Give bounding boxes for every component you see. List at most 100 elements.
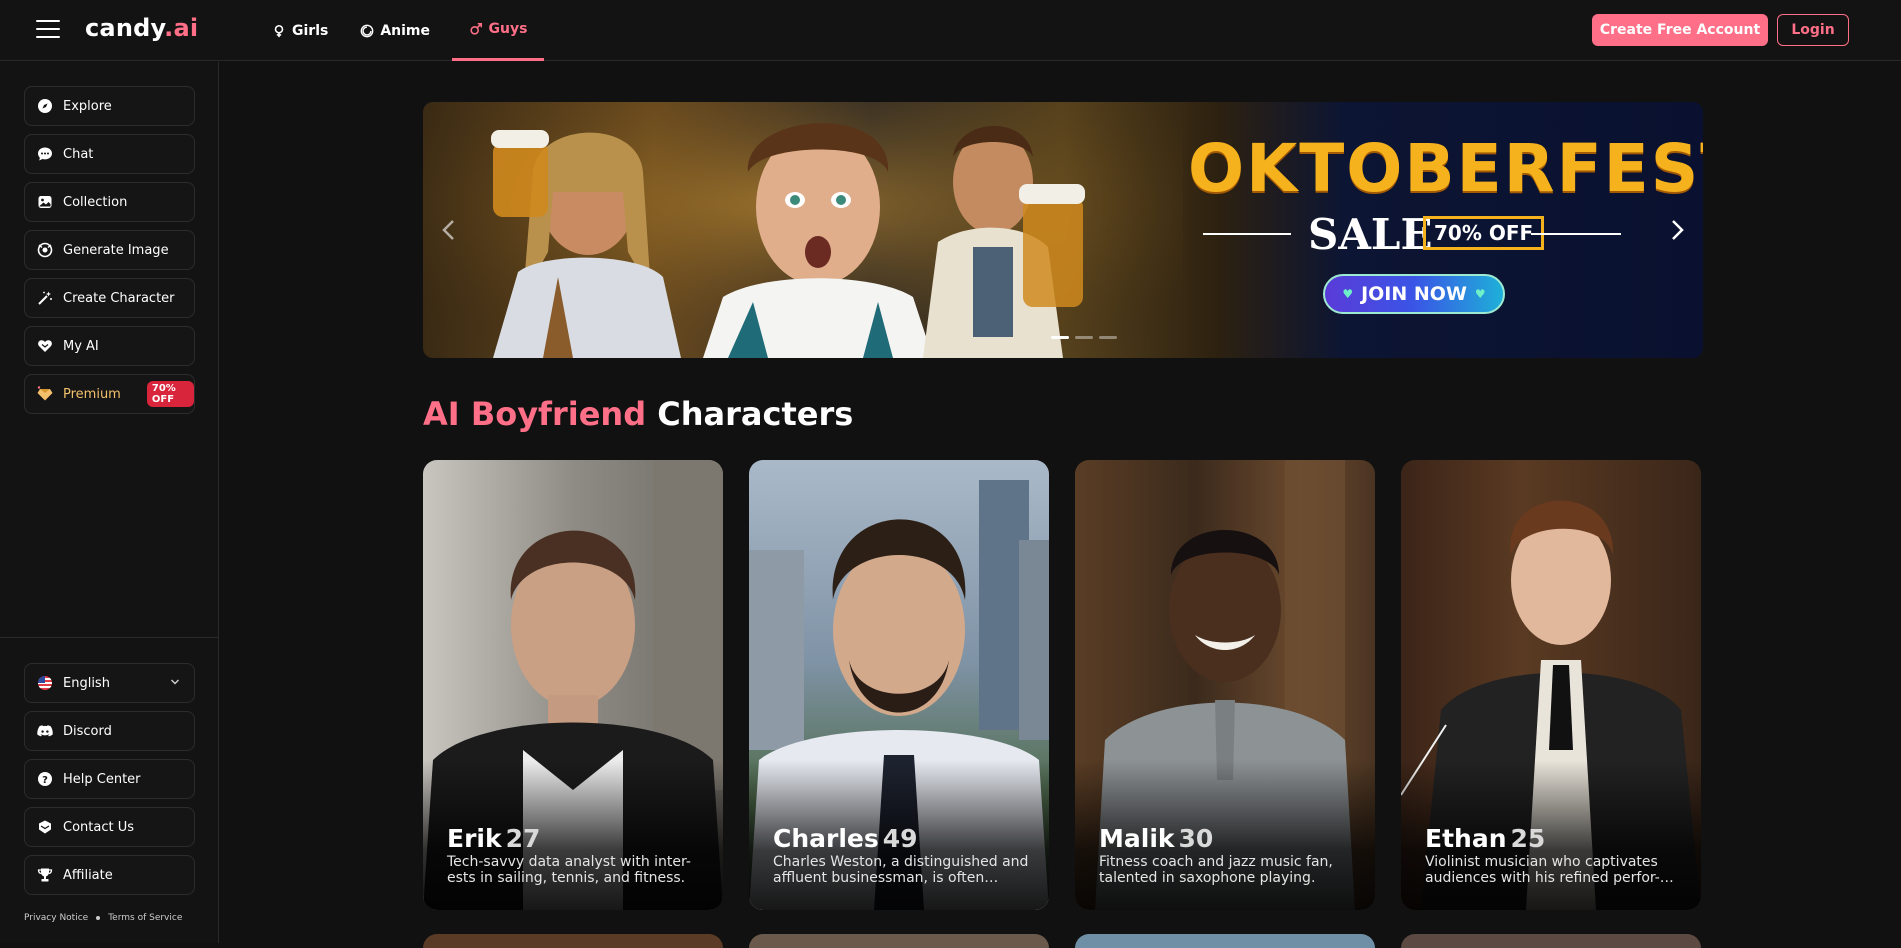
sidebar-item-label: Explore xyxy=(63,98,112,114)
banner-discount-label: 70% OFF xyxy=(1423,216,1545,250)
chat-icon xyxy=(37,146,53,162)
category-tabs: Girls Anime Guys xyxy=(262,0,556,61)
login-button[interactable]: Login xyxy=(1777,14,1849,46)
character-card-malik[interactable]: Malik 30 Fitness coach and jazz music fan… xyxy=(1075,460,1375,910)
character-name: Charles 49 xyxy=(773,824,918,853)
tab-anime[interactable]: Anime xyxy=(350,0,440,61)
contact-icon xyxy=(37,819,53,835)
sidebar-item-create-character[interactable]: Create Character xyxy=(24,278,195,318)
tab-girls-label: Girls xyxy=(292,22,329,39)
sidebar-item-label: Contact Us xyxy=(63,819,134,835)
sidebar-item-label: Help Center xyxy=(63,771,141,787)
carousel-prev-icon[interactable] xyxy=(439,216,459,244)
tab-guys[interactable]: Guys xyxy=(452,0,545,61)
sidebar-item-affiliate[interactable]: Affiliate xyxy=(24,855,195,895)
anime-icon xyxy=(360,24,374,37)
female-icon xyxy=(274,24,284,37)
banner-divider-left xyxy=(1203,233,1291,235)
heart-icon: ♥ xyxy=(1342,287,1354,301)
terms-of-service-link[interactable]: Terms of Service xyxy=(108,913,182,923)
character-name: Ethan 25 xyxy=(1425,824,1545,853)
sidebar-divider xyxy=(0,637,219,638)
carousel-next-icon[interactable] xyxy=(1667,216,1687,244)
privacy-notice-link[interactable]: Privacy Notice xyxy=(24,913,88,923)
section-title: AI Boyfriend Characters xyxy=(423,395,853,433)
collection-icon xyxy=(37,194,53,210)
sidebar-item-premium[interactable]: Premium 70% OFF xyxy=(24,374,195,414)
section-title-rest: Characters xyxy=(657,395,854,433)
character-name-text: Erik xyxy=(447,824,502,853)
character-name: Erik 27 xyxy=(447,824,540,853)
character-card-peek[interactable] xyxy=(1401,934,1701,948)
language-select[interactable]: English xyxy=(24,663,195,703)
top-bar: candy.ai Girls Anime Guys Create Free Ac… xyxy=(0,0,1901,61)
chevron-down-icon xyxy=(170,679,180,685)
sidebar-item-label: Generate Image xyxy=(63,242,169,258)
banner-title: OKTOBERFEST xyxy=(1188,130,1703,207)
sidebar-item-discord[interactable]: Discord xyxy=(24,711,195,751)
logo-suffix: .ai xyxy=(164,14,199,42)
trophy-icon xyxy=(37,867,53,883)
character-description: Fitness coach and jazz music fan, talent… xyxy=(1099,854,1333,886)
logo[interactable]: candy.ai xyxy=(85,14,198,42)
sidebar-item-label: Create Character xyxy=(63,290,175,306)
sidebar-item-label: My AI xyxy=(63,338,99,354)
sidebar-item-label: Affiliate xyxy=(63,867,113,883)
image-icon xyxy=(37,242,53,258)
sidebar-item-generate-image[interactable]: Generate Image xyxy=(24,230,195,270)
sidebar-item-label: Collection xyxy=(63,194,128,210)
character-card-ethan[interactable]: Ethan 25 Violinist musician who captivate… xyxy=(1401,460,1701,910)
menu-icon[interactable] xyxy=(36,20,60,40)
svg-text:?: ? xyxy=(42,775,48,786)
join-now-button[interactable]: ♥ JOIN NOW ♥ xyxy=(1323,274,1505,314)
section-title-highlight: AI Boyfriend xyxy=(423,395,647,433)
character-age: 27 xyxy=(505,824,541,853)
character-age: 49 xyxy=(882,824,918,853)
footer-links: Privacy Notice Terms of Service xyxy=(24,913,182,923)
carousel-dot[interactable] xyxy=(1075,336,1093,339)
tab-guys-label: Guys xyxy=(488,21,528,37)
character-description: Charles Weston, a distinguished and affl… xyxy=(773,854,1029,886)
sidebar-item-chat[interactable]: Chat xyxy=(24,134,195,174)
carousel-dot[interactable] xyxy=(1099,336,1117,339)
sidebar-item-label: Chat xyxy=(63,146,94,162)
carousel-indicators xyxy=(1051,336,1117,339)
heart-icon xyxy=(37,338,53,354)
logo-text: candy xyxy=(85,14,165,42)
character-name: Malik 30 xyxy=(1099,824,1213,853)
create-account-button[interactable]: Create Free Account xyxy=(1592,14,1768,46)
character-description: Violinist musician who captivates audien… xyxy=(1425,854,1674,886)
character-card-erik[interactable]: Erik 27 Tech-savvy data analyst with inte… xyxy=(423,460,723,910)
discount-badge: 70% OFF xyxy=(146,381,194,407)
tab-girls[interactable]: Girls xyxy=(262,0,338,61)
flag-icon xyxy=(37,675,53,691)
character-card-peek[interactable] xyxy=(749,934,1049,948)
magic-wand-icon xyxy=(37,290,53,306)
sidebar-item-explore[interactable]: Explore xyxy=(24,86,195,126)
promo-banner[interactable]: OKTOBERFEST SALE 70% OFF ♥ JOIN NOW ♥ xyxy=(423,102,1703,358)
join-now-label: JOIN NOW xyxy=(1361,283,1467,305)
male-icon xyxy=(469,22,482,35)
banner-illustration xyxy=(423,102,1183,358)
carousel-dot[interactable] xyxy=(1051,336,1069,339)
sidebar-item-label: Discord xyxy=(63,723,112,739)
character-card-charles[interactable]: Charles 49 Charles Weston, a distinguishe… xyxy=(749,460,1049,910)
separator-dot xyxy=(96,916,101,920)
sidebar-item-my-ai[interactable]: My AI xyxy=(24,326,195,366)
character-card-peek[interactable] xyxy=(423,934,723,948)
character-name-text: Malik xyxy=(1099,824,1175,853)
sidebar: Explore Chat Collection Generate Image C… xyxy=(0,62,219,943)
character-name-text: Ethan xyxy=(1425,824,1507,853)
character-age: 25 xyxy=(1510,824,1546,853)
discord-icon xyxy=(37,723,53,739)
banner-sale-label: SALE xyxy=(1308,210,1433,259)
character-card-peek[interactable] xyxy=(1075,934,1375,948)
sidebar-item-label: Premium xyxy=(63,386,121,402)
language-label: English xyxy=(63,675,110,691)
sidebar-item-collection[interactable]: Collection xyxy=(24,182,195,222)
heart-icon: ♥ xyxy=(1474,287,1486,301)
diamond-icon xyxy=(37,386,53,402)
sidebar-item-help-center[interactable]: ? Help Center xyxy=(24,759,195,799)
sidebar-item-contact-us[interactable]: Contact Us xyxy=(24,807,195,847)
character-name-text: Charles xyxy=(773,824,879,853)
